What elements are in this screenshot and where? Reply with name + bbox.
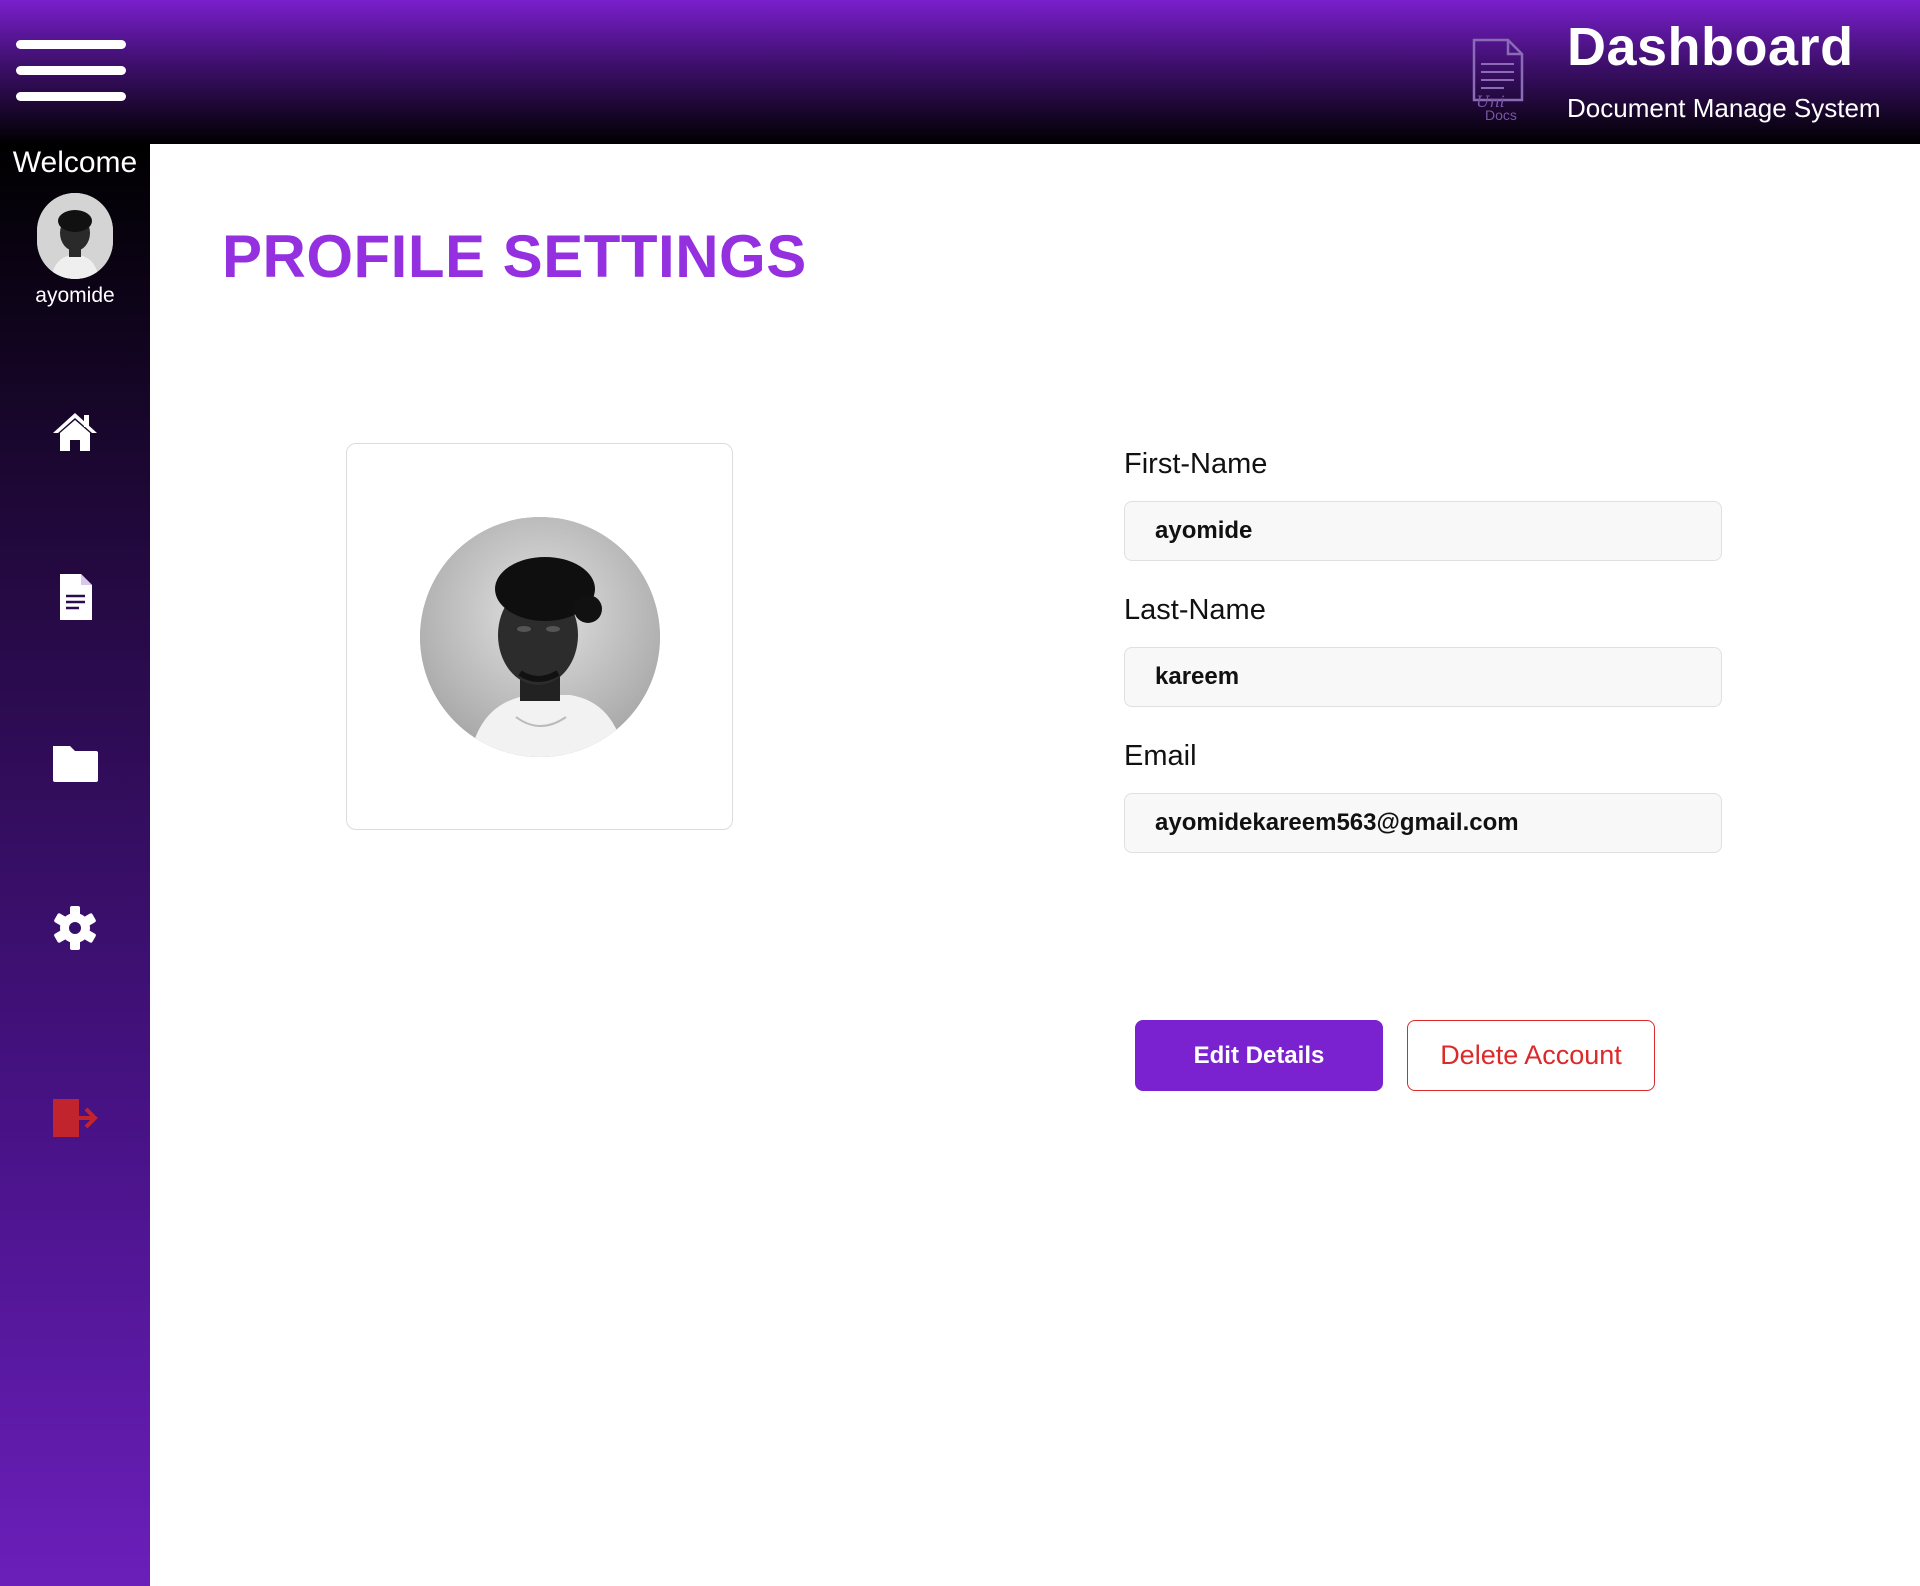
first-name-field[interactable] <box>1124 501 1722 561</box>
first-name-label: First-Name <box>1124 448 1268 480</box>
email-field[interactable] <box>1124 793 1722 853</box>
hamburger-line <box>16 92 126 101</box>
edit-details-button[interactable]: Edit Details <box>1135 1020 1383 1091</box>
sidebar-username: ayomide <box>35 284 115 307</box>
sidebar <box>0 144 150 1586</box>
gear-icon[interactable] <box>50 903 100 953</box>
hamburger-line <box>16 66 126 75</box>
delete-account-button[interactable]: Delete Account <box>1407 1020 1655 1091</box>
email-label: Email <box>1124 740 1197 772</box>
profile-photo[interactable] <box>420 517 660 757</box>
avatar[interactable] <box>37 193 113 279</box>
document-icon[interactable] <box>50 572 100 622</box>
app-title: Dashboard <box>1567 17 1854 77</box>
profile-photo-card <box>346 443 733 830</box>
logout-icon[interactable] <box>50 1093 100 1143</box>
profile-portrait-image <box>420 517 660 757</box>
app-subtitle: Document Manage System <box>1567 93 1881 123</box>
last-name-field[interactable] <box>1124 647 1722 707</box>
hamburger-line <box>16 40 126 49</box>
folder-icon[interactable] <box>50 738 100 788</box>
sidebar-welcome: Welcome <box>12 146 138 179</box>
page-title: PROFILE SETTINGS <box>222 223 807 290</box>
logo-text-docs: Docs <box>1485 107 1517 123</box>
avatar-portrait-icon <box>37 193 113 279</box>
home-icon[interactable] <box>50 407 100 457</box>
last-name-label: Last-Name <box>1124 594 1266 626</box>
hamburger-menu-icon[interactable] <box>16 36 126 108</box>
